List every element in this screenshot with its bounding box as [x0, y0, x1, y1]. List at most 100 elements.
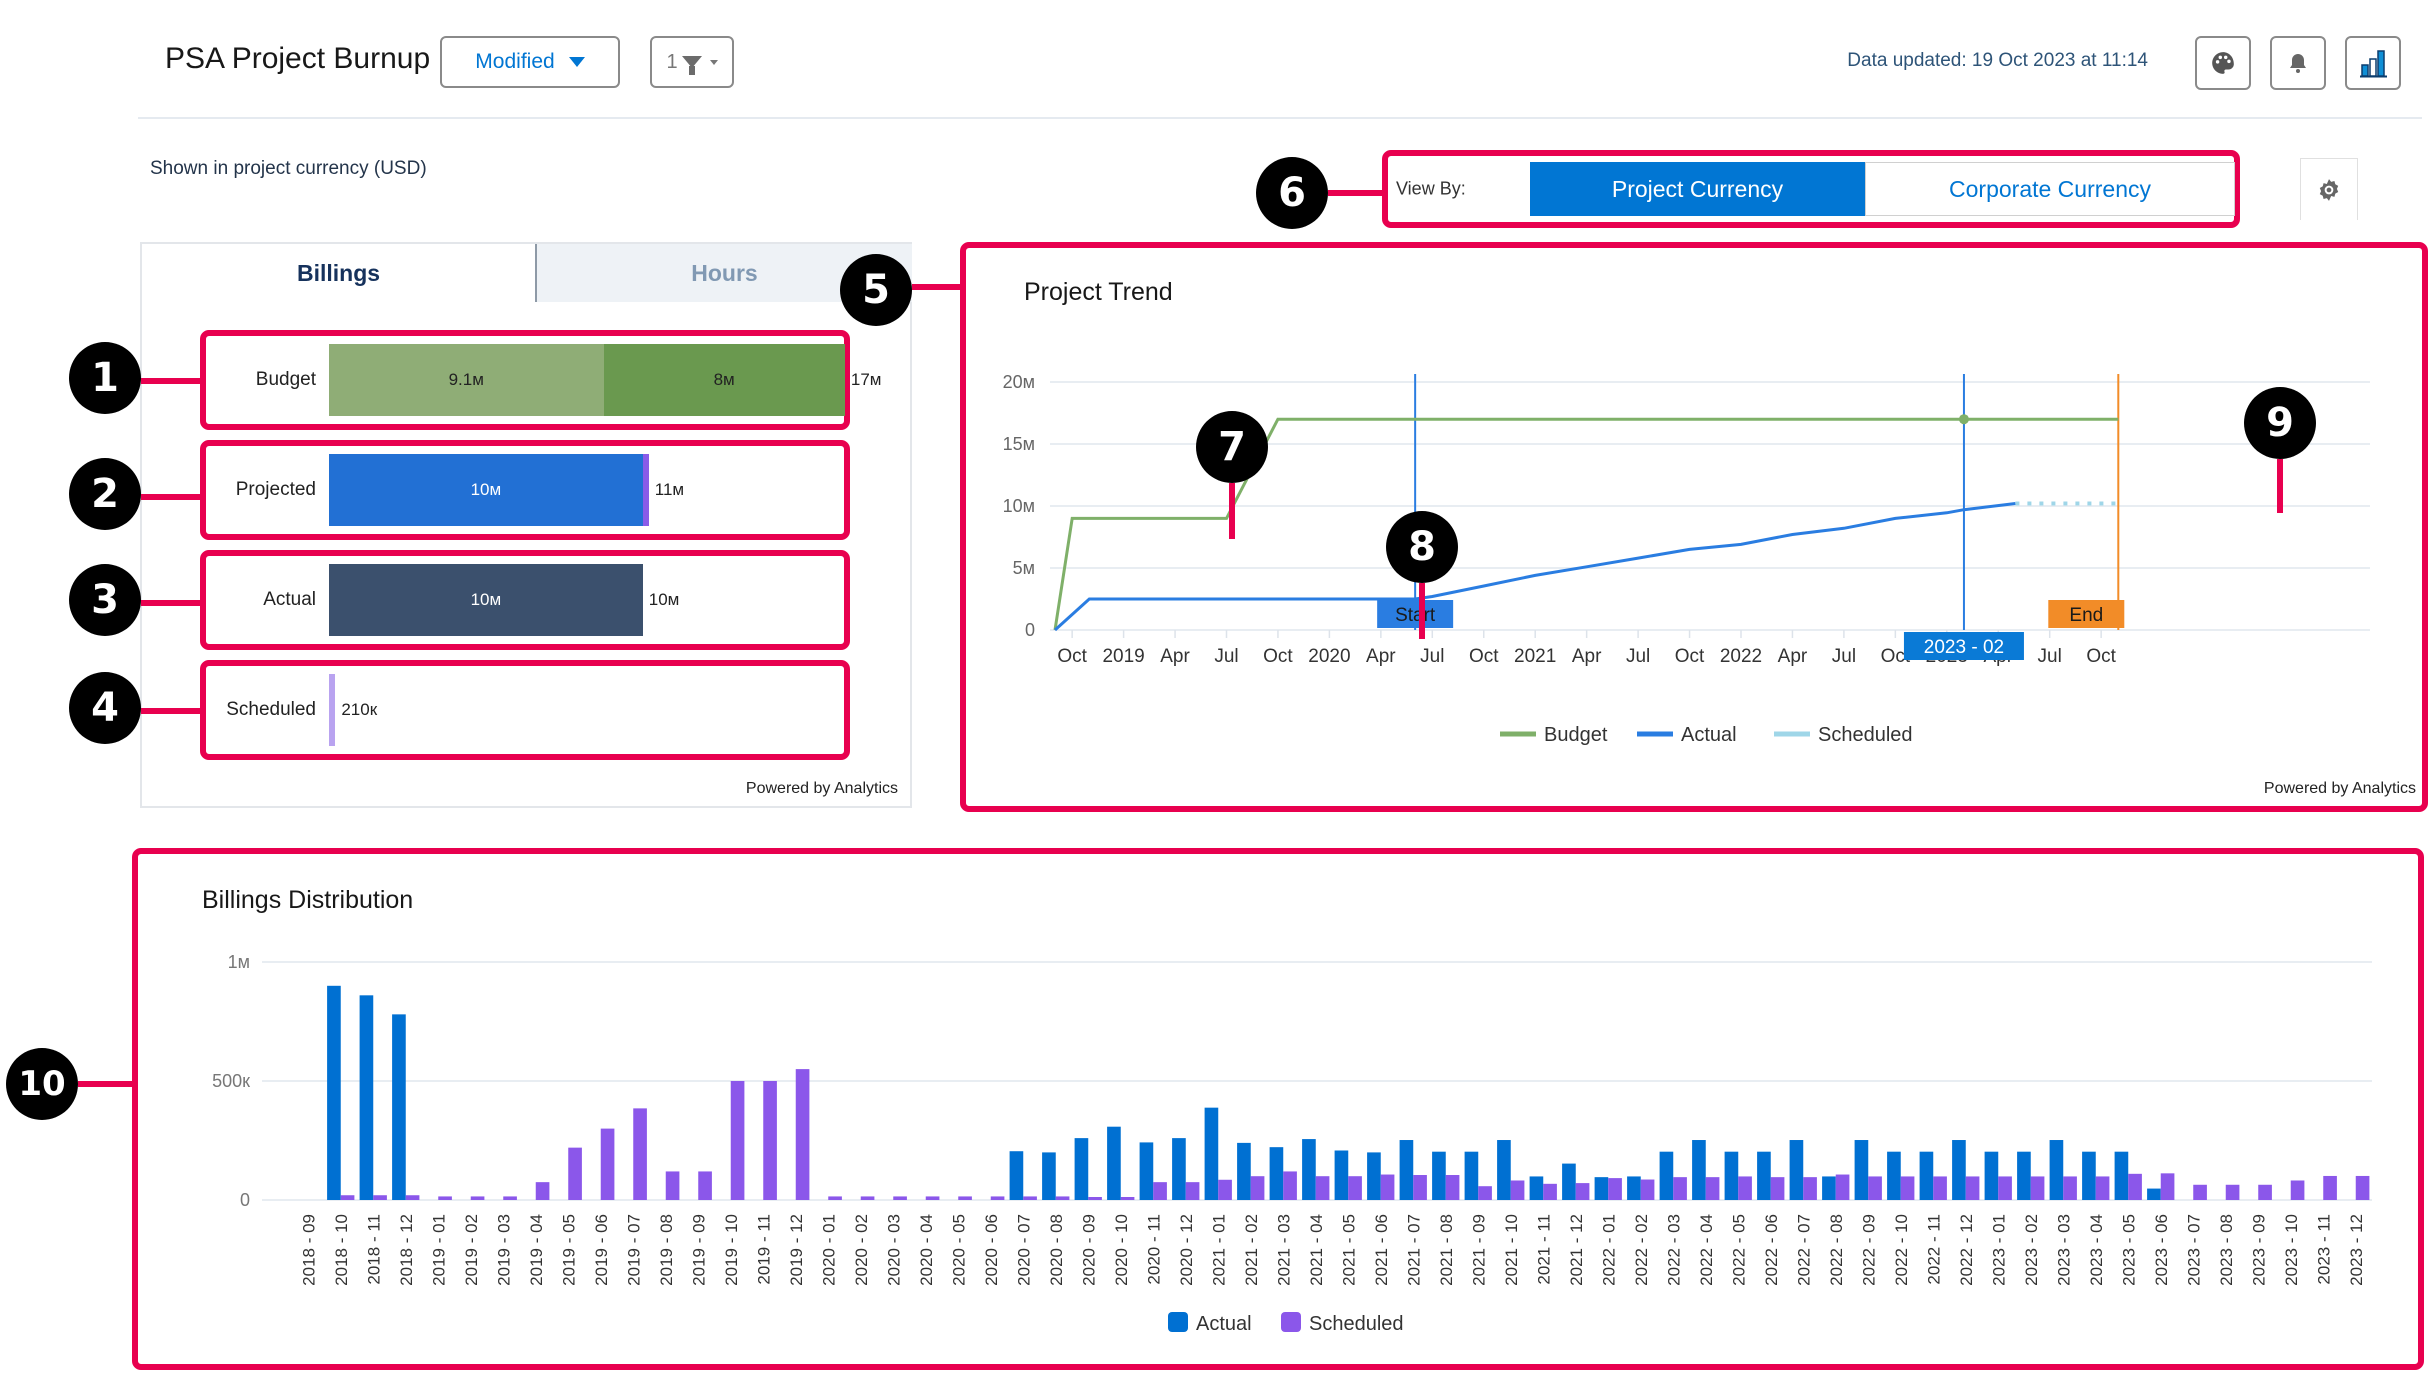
annotation-leader-line — [1419, 583, 1425, 639]
tab-billings[interactable]: Billings — [142, 244, 537, 302]
x-tick-label: 2023 - 02 — [2022, 1214, 2041, 1286]
bar-scheduled — [2225, 1184, 2240, 1200]
dashboard-state-dropdown[interactable]: Modified — [440, 36, 620, 88]
x-tick-label: Apr — [1572, 646, 1602, 667]
legend-swatch — [1281, 1312, 1301, 1332]
bar-actual — [1757, 1151, 1771, 1200]
x-tick-label: 2020 - 05 — [949, 1214, 968, 1286]
marker-label: 2023 - 02 — [1924, 637, 2004, 658]
x-tick-label: 2021 - 07 — [1404, 1214, 1423, 1286]
bar-segment[interactable]: 10м — [329, 454, 643, 526]
bar-actual — [1042, 1152, 1056, 1200]
row-total: 10м — [648, 590, 680, 609]
bar-scheduled — [828, 1196, 842, 1200]
x-tick-label: 2023 - 08 — [2217, 1214, 2236, 1286]
x-tick-label: Jul — [1832, 646, 1856, 667]
bar-actual — [1302, 1139, 1316, 1200]
bar-scheduled — [925, 1196, 940, 1200]
bar-scheduled — [763, 1081, 777, 1200]
bar-scheduled — [2355, 1175, 2370, 1200]
bar-actual — [1659, 1151, 1674, 1200]
x-tick-label: 2019 - 07 — [624, 1214, 643, 1286]
caret-down-icon — [568, 57, 585, 67]
bar-scheduled — [1120, 1197, 1135, 1200]
bar-scheduled — [2323, 1175, 2337, 1200]
x-tick-label: 2021 - 11 — [1534, 1214, 1553, 1285]
bar-scheduled — [1153, 1182, 1167, 1200]
bar-segment[interactable]: 10м — [329, 564, 643, 636]
bar-actual — [1984, 1151, 1999, 1200]
bar-actual — [1009, 1151, 1024, 1200]
bar-actual — [1432, 1151, 1446, 1200]
x-tick-label: 2018 - 11 — [364, 1214, 383, 1285]
gear-icon — [2319, 178, 2339, 201]
bar-actual — [1627, 1176, 1641, 1200]
bar-segment[interactable]: 8м — [603, 344, 845, 416]
x-tick-label: 2020 - 06 — [982, 1214, 1001, 1286]
bar-segment[interactable] — [642, 454, 649, 526]
row-label: Actual — [263, 589, 316, 610]
x-tick-label: 2022 - 05 — [1729, 1214, 1748, 1286]
bar-segment[interactable] — [329, 674, 336, 746]
summary-row-scheduled: Scheduled 210к — [200, 660, 850, 760]
bell-icon — [2290, 54, 2306, 73]
bar-scheduled — [2290, 1180, 2305, 1200]
x-tick-label: 2021 - 04 — [1307, 1214, 1326, 1286]
x-tick-label: 2021 - 03 — [1274, 1214, 1293, 1286]
x-tick-label: Apr — [1778, 646, 1808, 667]
bar-scheduled — [2063, 1176, 2077, 1200]
annotation-leader-line — [78, 1081, 134, 1087]
x-tick-label: 2020 - 07 — [1014, 1214, 1033, 1286]
y-tick-label: 500к — [212, 1071, 250, 1091]
bar-scheduled — [2160, 1173, 2175, 1200]
x-tick-label: Jul — [1626, 646, 1650, 667]
notifications-button[interactable] — [2270, 36, 2326, 90]
bar-scheduled — [2128, 1173, 2142, 1200]
bar-scheduled — [1575, 1183, 1590, 1200]
filter-count: 1 — [666, 50, 678, 73]
currency-note: Shown in project currency (USD) — [150, 158, 427, 179]
view-by-toggle: View By: Project Currency Corporate Curr… — [1382, 150, 2240, 228]
project-currency-option[interactable]: Project Currency — [1530, 162, 1865, 216]
bar-actual — [1237, 1142, 1251, 1200]
bar-scheduled — [1023, 1196, 1037, 1200]
x-tick-label: 2023 - 03 — [2054, 1214, 2073, 1286]
bar-actual — [327, 985, 341, 1200]
bar-scheduled — [535, 1182, 550, 1200]
x-tick-label: 2022 - 07 — [1794, 1214, 1813, 1286]
x-tick-label: 2021 - 12 — [1567, 1214, 1586, 1286]
bar-scheduled — [2095, 1176, 2110, 1200]
theme-button[interactable] — [2195, 36, 2251, 90]
annotation-leader-line — [1229, 483, 1235, 539]
annotation-badge-1: 1 — [69, 342, 141, 414]
x-tick-label: Jul — [1214, 646, 1238, 667]
bar-actual — [1367, 1152, 1381, 1200]
x-tick-label: 2018 - 10 — [332, 1214, 351, 1286]
x-tick-label: 2022 - 01 — [1599, 1214, 1618, 1286]
filter-button[interactable]: 1 — [650, 36, 734, 88]
bar-scheduled — [405, 1195, 420, 1200]
x-tick-label: 2023 - 12 — [2347, 1214, 2366, 1286]
x-tick-label: 2019 - 10 — [722, 1214, 741, 1286]
bar-scheduled — [730, 1081, 745, 1200]
bar-actual — [2114, 1151, 2129, 1200]
bar-scheduled — [633, 1108, 647, 1200]
bar-actual — [1789, 1140, 1804, 1200]
settings-button[interactable] — [2300, 158, 2358, 220]
x-tick-label: 2023 - 11 — [2314, 1214, 2333, 1285]
corporate-currency-option[interactable]: Corporate Currency — [1865, 162, 2235, 216]
bar-segment[interactable]: 9.1м — [329, 344, 604, 416]
bar-actual — [1822, 1176, 1836, 1200]
bar-actual — [1692, 1140, 1706, 1200]
chart-view-button[interactable] — [2345, 36, 2401, 90]
row-label: Budget — [255, 369, 316, 390]
x-tick-label: Apr — [1160, 646, 1190, 667]
billings-distribution-chart: 0 500к 1м 2018 - 09 2018 - 10 2018 - 11 2018 -… — [212, 952, 2372, 1335]
bar-actual — [1139, 1142, 1154, 1200]
bar-scheduled — [665, 1171, 680, 1200]
bar-scheduled — [795, 1069, 810, 1200]
annotation-badge-9: 9 — [2244, 387, 2316, 459]
annotation-leader-line — [141, 600, 201, 606]
bar-actual — [1172, 1138, 1186, 1200]
series-actual-line — [1053, 502, 2016, 632]
